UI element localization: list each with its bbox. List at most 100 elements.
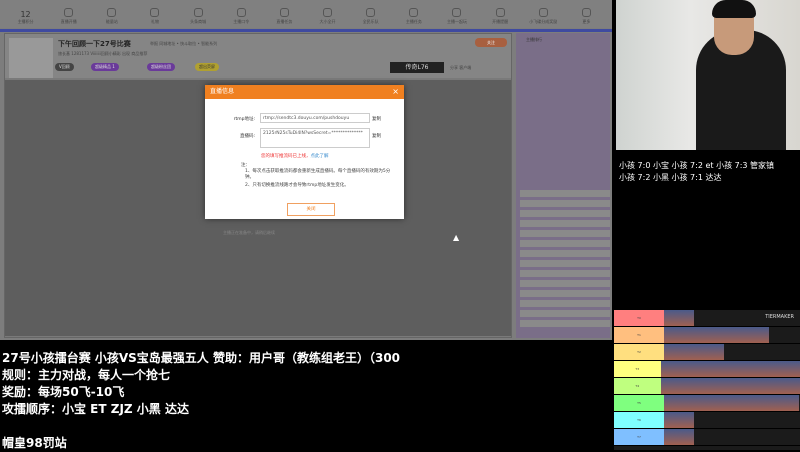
character-portrait[interactable] xyxy=(679,395,694,411)
character-portrait[interactable] xyxy=(772,378,787,394)
nav-icon xyxy=(107,8,117,17)
tier-row: T1 xyxy=(614,327,800,344)
follow-button[interactable]: 关注 xyxy=(475,38,507,47)
character-portrait[interactable] xyxy=(664,395,679,411)
chat-row xyxy=(520,210,610,217)
nav-item[interactable]: 大小全开 xyxy=(306,8,349,28)
nav-label: 大小全开 xyxy=(319,19,336,24)
code-field[interactable]: 2125rN25sTuDi4lN?wsSecret=************** xyxy=(260,128,370,148)
room-header: 下午回顾一下27号比赛 旅长基 1281173 Viiiiiii回顾小精彩 出现… xyxy=(5,34,511,78)
score-line: 小孩 7:0 小宝 小孩 7:2 et 小孩 7:3 管家镇 xyxy=(619,161,775,170)
character-portrait[interactable] xyxy=(679,429,694,445)
nav-item[interactable]: 小飞碟分成奖励 xyxy=(522,8,565,28)
score-board: 小孩 7:0 小宝 小孩 7:2 et 小孩 7:3 管家镇 小孩 7:2 小黑… xyxy=(619,160,774,184)
nav-item[interactable]: 开播提醒 xyxy=(479,8,522,28)
copy-code-button[interactable]: 复制 xyxy=(372,133,381,139)
pill-button[interactable]: 超级精品 1 xyxy=(91,63,119,71)
nav-item[interactable]: 礼物 xyxy=(133,8,176,28)
nav-item[interactable]: 全民乐队 xyxy=(349,8,392,28)
nav-item[interactable]: 主播口令 xyxy=(220,8,263,28)
rtmp-label: rtmp地址: xyxy=(233,117,255,122)
nav-label: 开播提醒 xyxy=(492,19,509,24)
tier-label: T5 xyxy=(614,395,664,411)
character-portrait[interactable] xyxy=(664,344,679,360)
streamer-hair xyxy=(712,0,756,18)
character-portrait[interactable] xyxy=(754,327,769,343)
pill-button[interactable]: V回顾 xyxy=(55,63,74,71)
character-portrait[interactable] xyxy=(679,344,694,360)
character-portrait[interactable] xyxy=(758,361,773,377)
character-portrait[interactable] xyxy=(674,378,689,394)
character-portrait[interactable] xyxy=(694,327,709,343)
character-portrait[interactable] xyxy=(702,361,717,377)
character-portrait[interactable] xyxy=(744,361,759,377)
nav-item-points[interactable]: 12 主播积分 xyxy=(4,10,47,28)
character-portrait[interactable] xyxy=(679,327,694,343)
character-portrait[interactable] xyxy=(664,412,679,428)
character-portrait[interactable] xyxy=(744,378,759,394)
nav-label: 全民乐队 xyxy=(362,19,379,24)
character-portrait[interactable] xyxy=(772,361,787,377)
nav-label: 直播任务 xyxy=(276,19,293,24)
character-portrait[interactable] xyxy=(694,344,709,360)
character-portrait[interactable] xyxy=(694,395,709,411)
character-portrait[interactable] xyxy=(664,429,679,445)
note-1: 1、每次点击获取推流码都会重新生成直播码。每个直播码的有效期为5分钟。 xyxy=(245,169,391,180)
character-portrait[interactable] xyxy=(758,378,773,394)
character-portrait[interactable] xyxy=(730,361,745,377)
tier-label: T4 xyxy=(614,378,661,394)
character-portrait[interactable] xyxy=(660,361,675,377)
character-portrait[interactable] xyxy=(709,327,724,343)
nav-item[interactable]: 直播开播 xyxy=(47,8,90,28)
character-portrait[interactable] xyxy=(769,395,784,411)
rtmp-field[interactable]: rtmp://sendtc3.douyu.com/pushdouyu xyxy=(260,113,370,123)
character-portrait[interactable] xyxy=(724,395,739,411)
character-portrait[interactable] xyxy=(754,395,769,411)
character-portrait[interactable] xyxy=(730,378,745,394)
character-portrait[interactable] xyxy=(688,378,703,394)
character-portrait[interactable] xyxy=(679,310,694,326)
copy-rtmp-button[interactable]: 复制 xyxy=(372,116,381,122)
character-portrait[interactable] xyxy=(786,378,800,394)
character-portrait[interactable] xyxy=(664,310,679,326)
nav-item[interactable]: 能量站 xyxy=(90,8,133,28)
event-rewards: 奖励：每场50飞-10飞 xyxy=(2,385,125,399)
event-order: 攻擂顺序：小宝 ET ZJZ 小黑 达达 xyxy=(2,402,189,416)
character-portrait[interactable] xyxy=(739,395,754,411)
character-portrait[interactable] xyxy=(688,361,703,377)
tier-row: T4 xyxy=(614,378,800,395)
character-portrait[interactable] xyxy=(716,361,731,377)
nav-item[interactable]: 主播一起玩 xyxy=(435,8,478,28)
warning-text: 您的填写推流码已上线，点此了解 xyxy=(261,153,329,159)
tier-label: T3 xyxy=(614,361,661,377)
character-portrait[interactable] xyxy=(709,395,724,411)
chat-row xyxy=(520,290,610,297)
nav-item[interactable]: 头条商城 xyxy=(177,8,220,28)
nav-item[interactable]: 直播任务 xyxy=(263,8,306,28)
learn-more-link[interactable]: 点此了解 xyxy=(311,154,329,159)
event-title: 27号小孩擂台赛 小孩VS宝岛最强五人 赞助：用户哥（教练组老王）（300 xyxy=(2,351,401,365)
character-portrait[interactable] xyxy=(664,327,679,343)
nav-item[interactable]: 主播任务 xyxy=(392,8,435,28)
close-icon[interactable]: × xyxy=(392,85,399,99)
character-portrait[interactable] xyxy=(702,378,717,394)
character-portrait[interactable] xyxy=(709,344,724,360)
character-portrait[interactable] xyxy=(739,327,754,343)
character-portrait[interactable] xyxy=(786,361,800,377)
character-portrait[interactable] xyxy=(724,327,739,343)
character-portrait[interactable] xyxy=(716,378,731,394)
pill-button[interactable]: 超出荧屏 xyxy=(195,63,219,71)
character-portrait[interactable] xyxy=(784,395,799,411)
chat-row xyxy=(520,300,610,307)
character-portrait[interactable] xyxy=(660,378,675,394)
pill-button[interactable]: 超级粉丝团 xyxy=(147,63,175,71)
character-portrait[interactable] xyxy=(674,361,689,377)
close-button[interactable]: 关闭 xyxy=(287,203,335,216)
nav-icon xyxy=(64,8,74,17)
chat-row xyxy=(520,190,610,197)
share-link[interactable]: 分享 客户端 xyxy=(450,65,471,71)
sidebar-title: 主播排行 xyxy=(526,37,542,42)
character-portrait[interactable] xyxy=(679,412,694,428)
nav-item[interactable]: 更多 xyxy=(565,8,608,28)
event-penalty: 帽皇98罚站 xyxy=(2,436,67,450)
